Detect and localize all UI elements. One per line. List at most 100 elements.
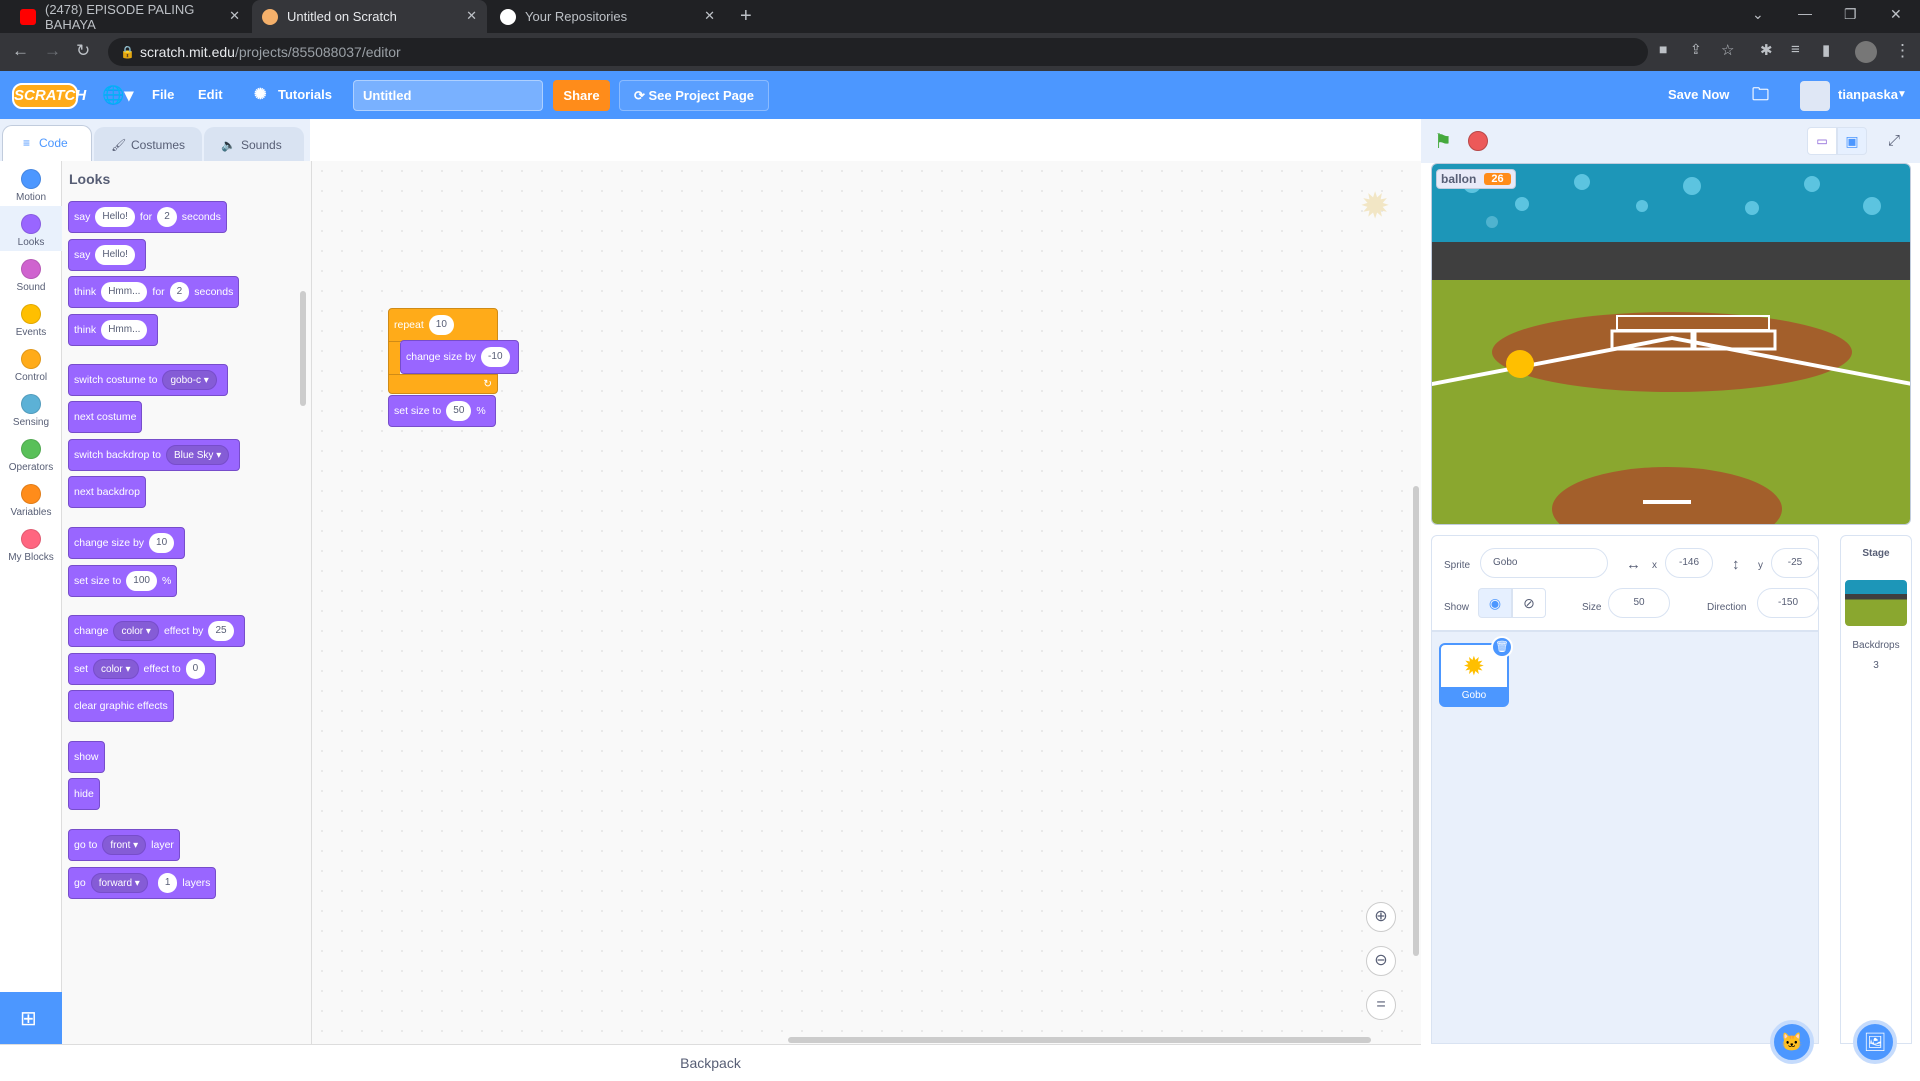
delete-sprite-icon[interactable]: 🗑	[1491, 636, 1513, 658]
stage-selector[interactable]: Stage Backdrops 3	[1840, 535, 1912, 1044]
show-hidden-button[interactable]: ⊘	[1512, 588, 1546, 618]
fullscreen-icon[interactable]: ⤢	[1879, 127, 1909, 155]
browser-tab-github[interactable]: Your Repositories ✕	[490, 0, 725, 33]
palette-block[interactable]: change size by 10	[68, 527, 186, 559]
tab-code[interactable]: ≡ Code	[2, 125, 92, 161]
category-sound[interactable]: Sound	[0, 251, 62, 296]
close-tab-icon[interactable]: ✕	[704, 8, 715, 24]
palette-block[interactable]: clear graphic effects	[68, 690, 174, 722]
palette-block[interactable]: switch costume to gobo-c ▾	[68, 364, 228, 396]
block-dropdown[interactable]: color ▾	[93, 659, 139, 679]
category-motion[interactable]: Motion	[0, 161, 62, 206]
y-input[interactable]: -25	[1771, 548, 1819, 578]
palette-block[interactable]: think Hmm... for 2 seconds	[68, 276, 240, 308]
green-flag-icon[interactable]: ⚑	[1434, 129, 1452, 154]
block-dropdown[interactable]: color ▾	[113, 621, 159, 641]
address-bar[interactable]: 🔒 scratch.mit.edu/projects/855088037/edi…	[108, 38, 1648, 66]
large-stage-icon[interactable]: ▣	[1837, 127, 1867, 155]
my-stuff-folder-icon[interactable]: 🗀	[1752, 71, 1769, 119]
tab-costumes[interactable]: 🖌 Costumes	[94, 127, 202, 161]
palette-block[interactable]: go to front ▾ layer	[68, 829, 180, 861]
share-button[interactable]: Share	[553, 80, 610, 111]
palette-block[interactable]: set color ▾ effect to 0	[68, 653, 217, 685]
block-input[interactable]: 0	[185, 659, 206, 679]
tutorials-button[interactable]: Tutorials	[278, 71, 332, 119]
direction-input[interactable]: -150	[1757, 588, 1819, 618]
palette-block[interactable]: go forward ▾ 1 layers	[68, 867, 217, 899]
x-input[interactable]: -146	[1665, 548, 1713, 578]
block-input[interactable]: 10	[149, 533, 175, 553]
block-dropdown[interactable]: front ▾	[102, 835, 147, 855]
zoom-in-button[interactable]: ⊕	[1366, 902, 1396, 932]
file-menu[interactable]: File	[152, 71, 174, 119]
scratch-logo[interactable]: SCRATCH	[12, 83, 86, 109]
workspace-vertical-scrollbar[interactable]	[1413, 486, 1419, 956]
palette-block[interactable]: show	[68, 741, 105, 773]
camera-blocked-icon[interactable]: ■	[1659, 41, 1667, 57]
workspace-horizontal-scrollbar[interactable]	[788, 1037, 1371, 1043]
browser-tab-scratch[interactable]: Untitled on Scratch ✕	[252, 0, 487, 33]
side-panel-icon[interactable]: ▮	[1822, 41, 1830, 59]
zoom-out-button[interactable]: ⊖	[1366, 946, 1396, 976]
zoom-reset-button[interactable]: =	[1366, 990, 1396, 1020]
stop-sign-icon[interactable]	[1468, 131, 1488, 151]
reload-icon[interactable]: ↻	[76, 41, 90, 61]
choose-sprite-button[interactable]: 🐱	[1770, 1020, 1814, 1064]
set-size-block[interactable]: set size to 50 %	[388, 395, 496, 427]
size-input[interactable]: 50	[1608, 588, 1670, 618]
gobo-sprite[interactable]	[1506, 350, 1534, 378]
new-tab-icon[interactable]: +	[740, 5, 752, 28]
block-dropdown[interactable]: Blue Sky ▾	[165, 445, 230, 465]
block-input[interactable]: 2	[169, 282, 190, 302]
back-icon[interactable]: ←	[12, 41, 29, 61]
change-size-block[interactable]: change size by -10	[400, 340, 519, 374]
block-input[interactable]: Hmm...	[101, 320, 148, 340]
browser-tab-youtube[interactable]: (2478) EPISODE PALING BAHAYA ✕	[10, 0, 250, 33]
block-dropdown[interactable]: forward ▾	[90, 873, 148, 893]
forward-icon[interactable]: →	[44, 41, 61, 61]
block-input[interactable]: 2	[157, 207, 177, 227]
user-avatar[interactable]	[1800, 81, 1830, 111]
close-tab-icon[interactable]: ✕	[229, 8, 240, 24]
palette-block[interactable]: say Hello!	[68, 239, 146, 271]
choose-backdrop-button[interactable]: 🖼	[1853, 1020, 1897, 1064]
share-icon[interactable]: ⇪	[1690, 41, 1702, 58]
category-looks[interactable]: Looks	[0, 206, 62, 251]
palette-block[interactable]: next costume	[68, 401, 143, 433]
block-dropdown[interactable]: gobo-c ▾	[162, 370, 217, 390]
category-variables[interactable]: Variables	[0, 476, 62, 521]
palette-scrollbar[interactable]	[300, 291, 306, 406]
repeat-count-input[interactable]: 10	[428, 315, 454, 335]
set-size-input[interactable]: 50	[446, 401, 472, 421]
block-input[interactable]: 100	[126, 571, 157, 591]
category-control[interactable]: Control	[0, 341, 62, 386]
minimize-icon[interactable]: —	[1798, 5, 1812, 21]
sprite-name-input[interactable]: Gobo	[1480, 548, 1608, 578]
tab-search-icon[interactable]: ⌄	[1752, 6, 1764, 23]
close-window-icon[interactable]: ✕	[1890, 6, 1902, 23]
edit-menu[interactable]: Edit	[198, 71, 223, 119]
block-input[interactable]: 1	[157, 873, 178, 893]
stage-canvas[interactable]	[1431, 163, 1911, 525]
backpack[interactable]: Backpack	[0, 1044, 1421, 1080]
category-events[interactable]: Events	[0, 296, 62, 341]
save-now-button[interactable]: Save Now	[1668, 71, 1729, 119]
palette-block[interactable]: next backdrop	[68, 476, 146, 508]
palette-block[interactable]: set size to 100%	[68, 565, 178, 597]
repeat-block[interactable]: repeat 10	[388, 308, 498, 342]
show-visible-button[interactable]: ◉	[1478, 588, 1512, 618]
category-operators[interactable]: Operators	[0, 431, 62, 476]
project-title-input[interactable]: Untitled	[353, 80, 543, 111]
language-globe-icon[interactable]: 🌐▾	[102, 71, 133, 119]
profile-avatar[interactable]	[1855, 41, 1877, 63]
palette-block[interactable]: think Hmm...	[68, 314, 159, 346]
block-input[interactable]: Hello!	[95, 207, 135, 227]
block-input[interactable]: Hmm...	[101, 282, 148, 302]
reading-list-icon[interactable]: ≡	[1791, 41, 1800, 58]
bookmark-star-icon[interactable]: ☆	[1721, 41, 1734, 59]
block-input[interactable]: Hello!	[95, 245, 135, 265]
see-project-page-button[interactable]: ⟳ See Project Page	[619, 80, 769, 111]
change-size-input[interactable]: -10	[481, 347, 510, 367]
tab-sounds[interactable]: 🔈 Sounds	[204, 127, 304, 161]
palette-block[interactable]: change color ▾ effect by 25	[68, 615, 245, 647]
